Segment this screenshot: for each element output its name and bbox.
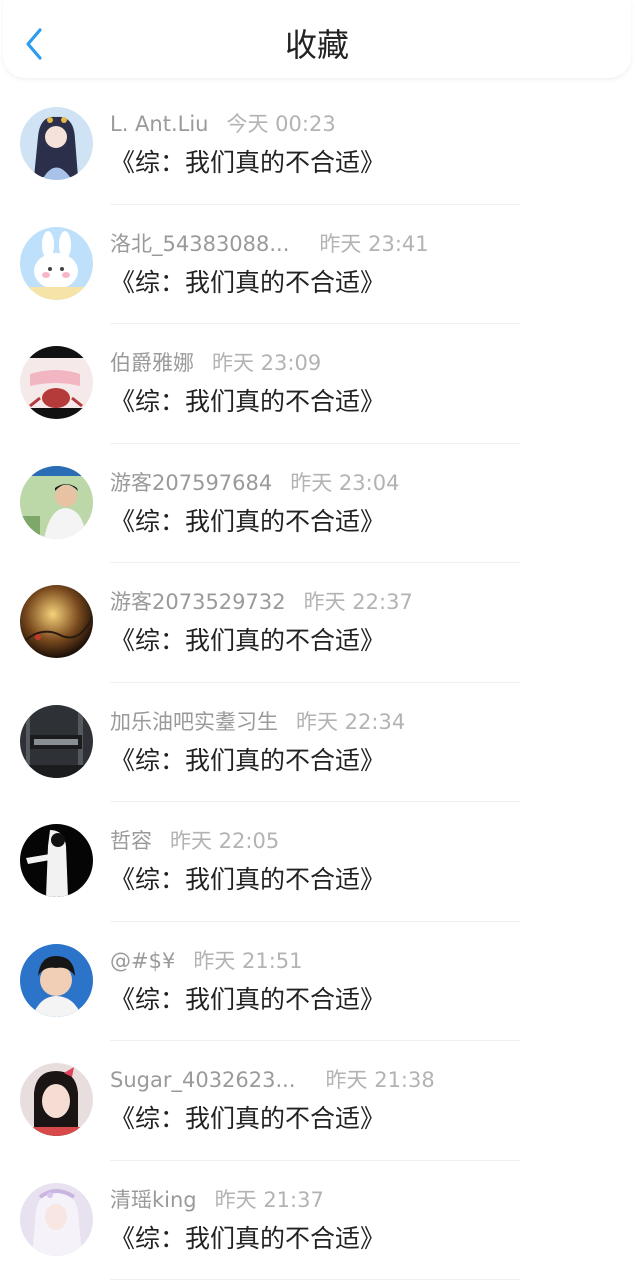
book-title[interactable]: 《综：我们真的不合适》 xyxy=(110,744,385,778)
book-title[interactable]: 《综：我们真的不合适》 xyxy=(110,505,385,539)
username: 加乐油吧实耋习生 xyxy=(110,709,278,734)
timestamp: 昨天 21:38 xyxy=(325,1068,435,1092)
timestamp: 昨天 23:41 xyxy=(319,231,429,256)
username: 清瑶king xyxy=(110,1187,197,1212)
book-title[interactable]: 《综：我们真的不合适》 xyxy=(110,863,385,897)
timestamp: 昨天 23:04 xyxy=(290,470,400,495)
list-item[interactable]: L. Ant.Liu 今天 00:23 《综：我们真的不合适》 xyxy=(0,85,635,205)
timestamp: 昨天 21:37 xyxy=(214,1187,324,1212)
book-title[interactable]: 《综：我们真的不合适》 xyxy=(110,266,385,300)
page-title: 收藏 xyxy=(284,26,349,64)
list-item[interactable]: 加乐油吧实耋习生 昨天 22:34 《综：我们真的不合适》 xyxy=(0,683,635,802)
avatar[interactable] xyxy=(20,585,93,658)
book-title[interactable]: 《综：我们真的不合适》 xyxy=(110,983,385,1017)
list-item[interactable]: 游客207597684 昨天 23:04 《综：我们真的不合适》 xyxy=(0,444,635,563)
username: L. Ant.Liu xyxy=(110,112,209,136)
avatar[interactable] xyxy=(20,704,93,778)
list-item[interactable]: 洛北_54383088... 昨天 23:41 《综：我们真的不合适》 xyxy=(0,205,635,324)
timestamp: 今天 00:23 xyxy=(226,112,336,136)
avatar[interactable] xyxy=(20,465,93,539)
favorites-list: L. Ant.Liu 今天 00:23 《综：我们真的不合适》 洛北_543830… xyxy=(0,85,635,1280)
avatar[interactable] xyxy=(20,1063,93,1136)
username: 洛北_54383088... xyxy=(110,231,290,256)
list-item[interactable]: @#$¥ 昨天 21:51 《综：我们真的不合适》 xyxy=(0,922,635,1041)
username: 游客207597684 xyxy=(110,470,273,495)
book-title[interactable]: 《综：我们真的不合适》 xyxy=(110,624,385,658)
username: @#$¥ xyxy=(110,948,176,973)
nav-header: 收藏 xyxy=(3,0,631,78)
list-item[interactable]: 游客2073529732 昨天 22:37 《综：我们真的不合适》 xyxy=(0,563,635,683)
timestamp: 昨天 22:37 xyxy=(303,590,413,614)
book-title[interactable]: 《综：我们真的不合适》 xyxy=(110,1222,385,1256)
username: 游客2073529732 xyxy=(110,590,286,614)
avatar[interactable] xyxy=(20,1182,93,1256)
timestamp: 昨天 23:09 xyxy=(212,351,322,375)
book-title[interactable]: 《综：我们真的不合适》 xyxy=(110,1102,385,1136)
list-item[interactable]: 伯爵雅娜 昨天 23:09 《综：我们真的不合适》 xyxy=(0,324,635,444)
avatar[interactable] xyxy=(20,824,93,897)
username: Sugar_4032623... xyxy=(110,1068,296,1092)
avatar[interactable] xyxy=(20,226,93,300)
username: 哲容 xyxy=(110,829,152,853)
avatar[interactable] xyxy=(20,107,93,180)
list-item[interactable]: Sugar_4032623... 昨天 21:38 《综：我们真的不合适》 xyxy=(0,1041,635,1161)
book-title[interactable]: 《综：我们真的不合适》 xyxy=(110,146,385,180)
timestamp: 昨天 22:34 xyxy=(296,709,406,734)
username: 伯爵雅娜 xyxy=(110,351,194,375)
timestamp: 昨天 21:51 xyxy=(193,948,303,973)
avatar[interactable] xyxy=(20,943,93,1017)
book-title[interactable]: 《综：我们真的不合适》 xyxy=(110,385,385,419)
timestamp: 昨天 22:05 xyxy=(170,829,280,853)
avatar[interactable] xyxy=(20,346,93,419)
list-item[interactable]: 哲容 昨天 22:05 《综：我们真的不合适》 xyxy=(0,802,635,922)
list-item[interactable]: 清瑶king 昨天 21:37 《综：我们真的不合适》 xyxy=(0,1161,635,1280)
